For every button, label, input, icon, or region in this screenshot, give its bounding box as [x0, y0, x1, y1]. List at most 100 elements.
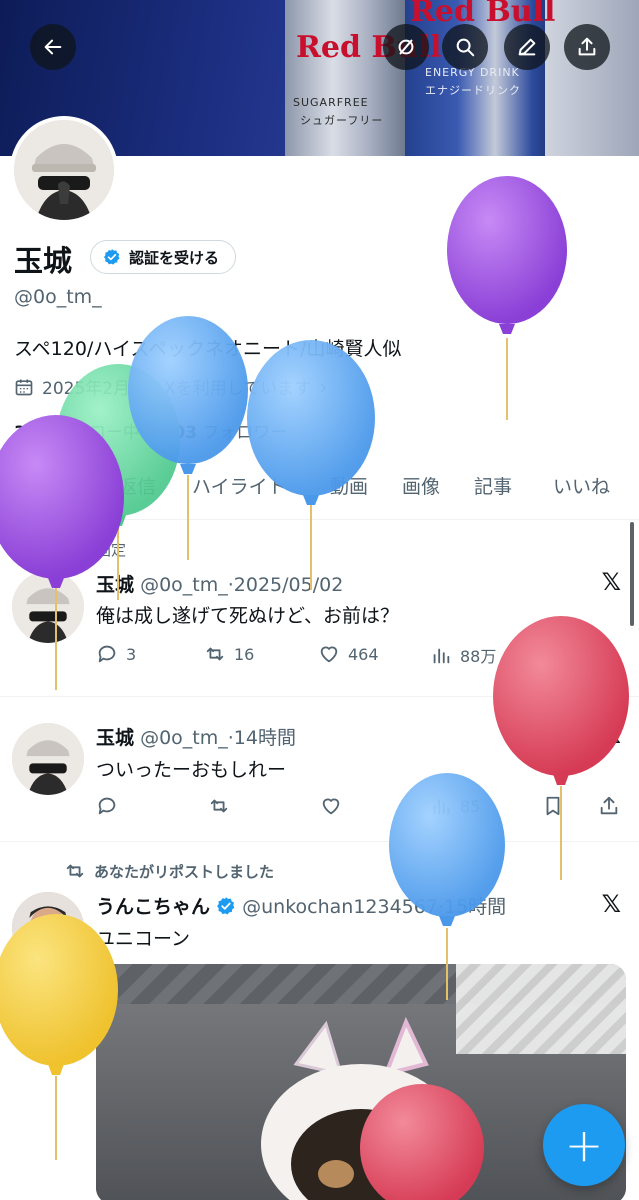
repost-icon — [66, 864, 84, 878]
tab-replies[interactable]: 返信 — [118, 472, 156, 499]
views-icon — [433, 799, 450, 815]
share-post-button[interactable] — [598, 795, 620, 817]
verified-badge-icon — [217, 897, 235, 915]
repost-count: 16 — [234, 644, 255, 664]
plus-icon: + — [564, 1118, 604, 1172]
joined-text: 2025年2月からXを利用しています — [42, 379, 312, 399]
post-actions: 3 16 464 88万 — [96, 643, 626, 669]
profile-handle: @0o_tm_ — [14, 286, 102, 308]
following-label[interactable]: フォロー中 — [55, 423, 140, 443]
post-avatar[interactable] — [12, 892, 84, 964]
active-tab-indicator — [14, 514, 92, 518]
share-post-button[interactable] — [598, 643, 620, 665]
search-button[interactable] — [442, 24, 488, 70]
x-logo-icon: 𝕏 — [601, 721, 621, 749]
calendar-icon — [15, 379, 33, 395]
repost-button[interactable] — [208, 795, 230, 817]
view-count: 85 — [460, 796, 481, 816]
followers-count[interactable]: 403 — [162, 423, 198, 443]
like-button[interactable] — [320, 795, 342, 817]
bookmark-button[interactable] — [542, 643, 564, 665]
bookmark-icon — [546, 796, 560, 816]
pin-icon — [67, 542, 79, 557]
tab-images[interactable]: 画像 — [402, 472, 440, 499]
reply-icon — [98, 797, 116, 815]
views-button[interactable]: 85 — [430, 795, 480, 817]
reply-icon — [98, 645, 116, 663]
post-text: 俺は成し遂げて死ぬけど、お前は？ — [96, 605, 400, 627]
repost-label: あなたがリポストしました — [94, 862, 275, 881]
heart-icon — [320, 646, 338, 663]
search-icon — [456, 38, 475, 57]
share-icon — [600, 644, 618, 663]
post-author[interactable]: 玉城 @0o_tm_·14時間 — [96, 723, 296, 750]
joined-date[interactable]: 2025年2月からXを利用しています › — [14, 374, 327, 399]
no-circle-icon — [398, 39, 414, 55]
views-button[interactable]: 88万 — [430, 643, 496, 667]
x-logo-icon: 𝕏 — [601, 568, 621, 596]
post-text: ユニコーン — [96, 928, 191, 950]
share-button[interactable] — [564, 24, 610, 70]
tab-videos[interactable]: 動画 — [330, 472, 368, 499]
profile-tabs: ポスト 返信 ハイライト 動画 画像 記事 いいね — [0, 462, 639, 520]
edit-icon — [518, 38, 536, 56]
compose-post-button[interactable]: + — [543, 1104, 625, 1186]
reply-count: 3 — [126, 644, 137, 664]
avatar-image — [14, 120, 114, 220]
banner-can-right — [545, 0, 639, 156]
followers-label[interactable]: フォロワー — [202, 423, 287, 443]
verified-badge-icon — [103, 249, 120, 265]
get-verified-label: 認証を受ける — [129, 248, 220, 267]
post-author[interactable]: うんこちゃん @unkochan1234567·15時間 — [96, 892, 506, 919]
get-verified-button[interactable]: 認証を受ける — [90, 240, 237, 274]
dog-unicorn-costume-image — [261, 1016, 461, 1200]
like-count: 464 — [348, 644, 379, 664]
edit-button[interactable] — [504, 24, 550, 70]
post-avatar[interactable] — [12, 723, 84, 795]
profile-avatar[interactable] — [10, 116, 118, 224]
profile-bio: スペ120/ハイスペックネオニート/山崎賢人似 — [14, 338, 402, 360]
back-button[interactable] — [30, 24, 76, 70]
scrollbar[interactable] — [630, 522, 634, 626]
repost-indicator: あなたがリポストしました — [64, 860, 274, 882]
tab-articles[interactable]: 記事 — [474, 472, 512, 499]
post-avatar[interactable] — [12, 571, 84, 643]
post-author-name: 玉城 — [96, 727, 135, 749]
following-count[interactable]: 334 — [14, 423, 50, 443]
post[interactable]: 玉城 @0o_tm_·14時間 𝕏 ついったーおもしれー 85 — [0, 697, 639, 842]
follow-stats: 334 フォロー中 403 フォロワー — [14, 418, 287, 443]
banner-energy-jp: エナジードリンク — [425, 84, 521, 97]
post-media-image[interactable] — [96, 964, 626, 1200]
x-logo-icon: 𝕏 — [601, 890, 621, 918]
profile-name: 玉城 — [14, 244, 73, 278]
grok-button[interactable] — [383, 24, 429, 70]
bookmark-icon — [546, 644, 560, 664]
tab-highlights[interactable]: ハイライト — [192, 472, 287, 499]
heart-icon — [322, 798, 340, 815]
view-count: 88万 — [460, 647, 497, 666]
tab-likes[interactable]: いいね — [553, 472, 610, 499]
like-button[interactable]: 464 — [318, 643, 379, 665]
reply-button[interactable]: 3 — [96, 643, 136, 665]
banner-sugarfree: SUGARFREE — [293, 96, 369, 109]
avatar-image — [12, 571, 84, 643]
post-meta: @unkochan1234567·15時間 — [242, 896, 507, 918]
chevron-right-icon: › — [319, 374, 328, 399]
tab-posts[interactable]: ポスト — [18, 472, 75, 499]
banner-can-silver — [285, 0, 405, 156]
repost-button[interactable]: 16 — [204, 643, 254, 665]
repost-icon — [206, 647, 224, 661]
post-text: ついったーおもしれー — [96, 759, 287, 781]
bookmark-button[interactable] — [542, 795, 564, 817]
balloon-purple-right — [447, 176, 567, 420]
post-author[interactable]: 玉城 @0o_tm_·2025/05/02 — [96, 570, 343, 597]
avatar-image — [12, 892, 84, 964]
post-actions: 85 — [96, 795, 626, 821]
post-meta: @0o_tm_·14時間 — [140, 727, 296, 749]
views-icon — [433, 648, 450, 664]
reply-button[interactable] — [96, 795, 118, 817]
post-pinned[interactable]: 固定 玉城 @0o_tm_·2025/05/02 𝕏 俺は成し遂げて死ぬけど、お… — [0, 521, 639, 697]
back-arrow-icon — [44, 39, 62, 55]
post-meta: @0o_tm_·2025/05/02 — [140, 574, 344, 596]
avatar-image — [12, 723, 84, 795]
